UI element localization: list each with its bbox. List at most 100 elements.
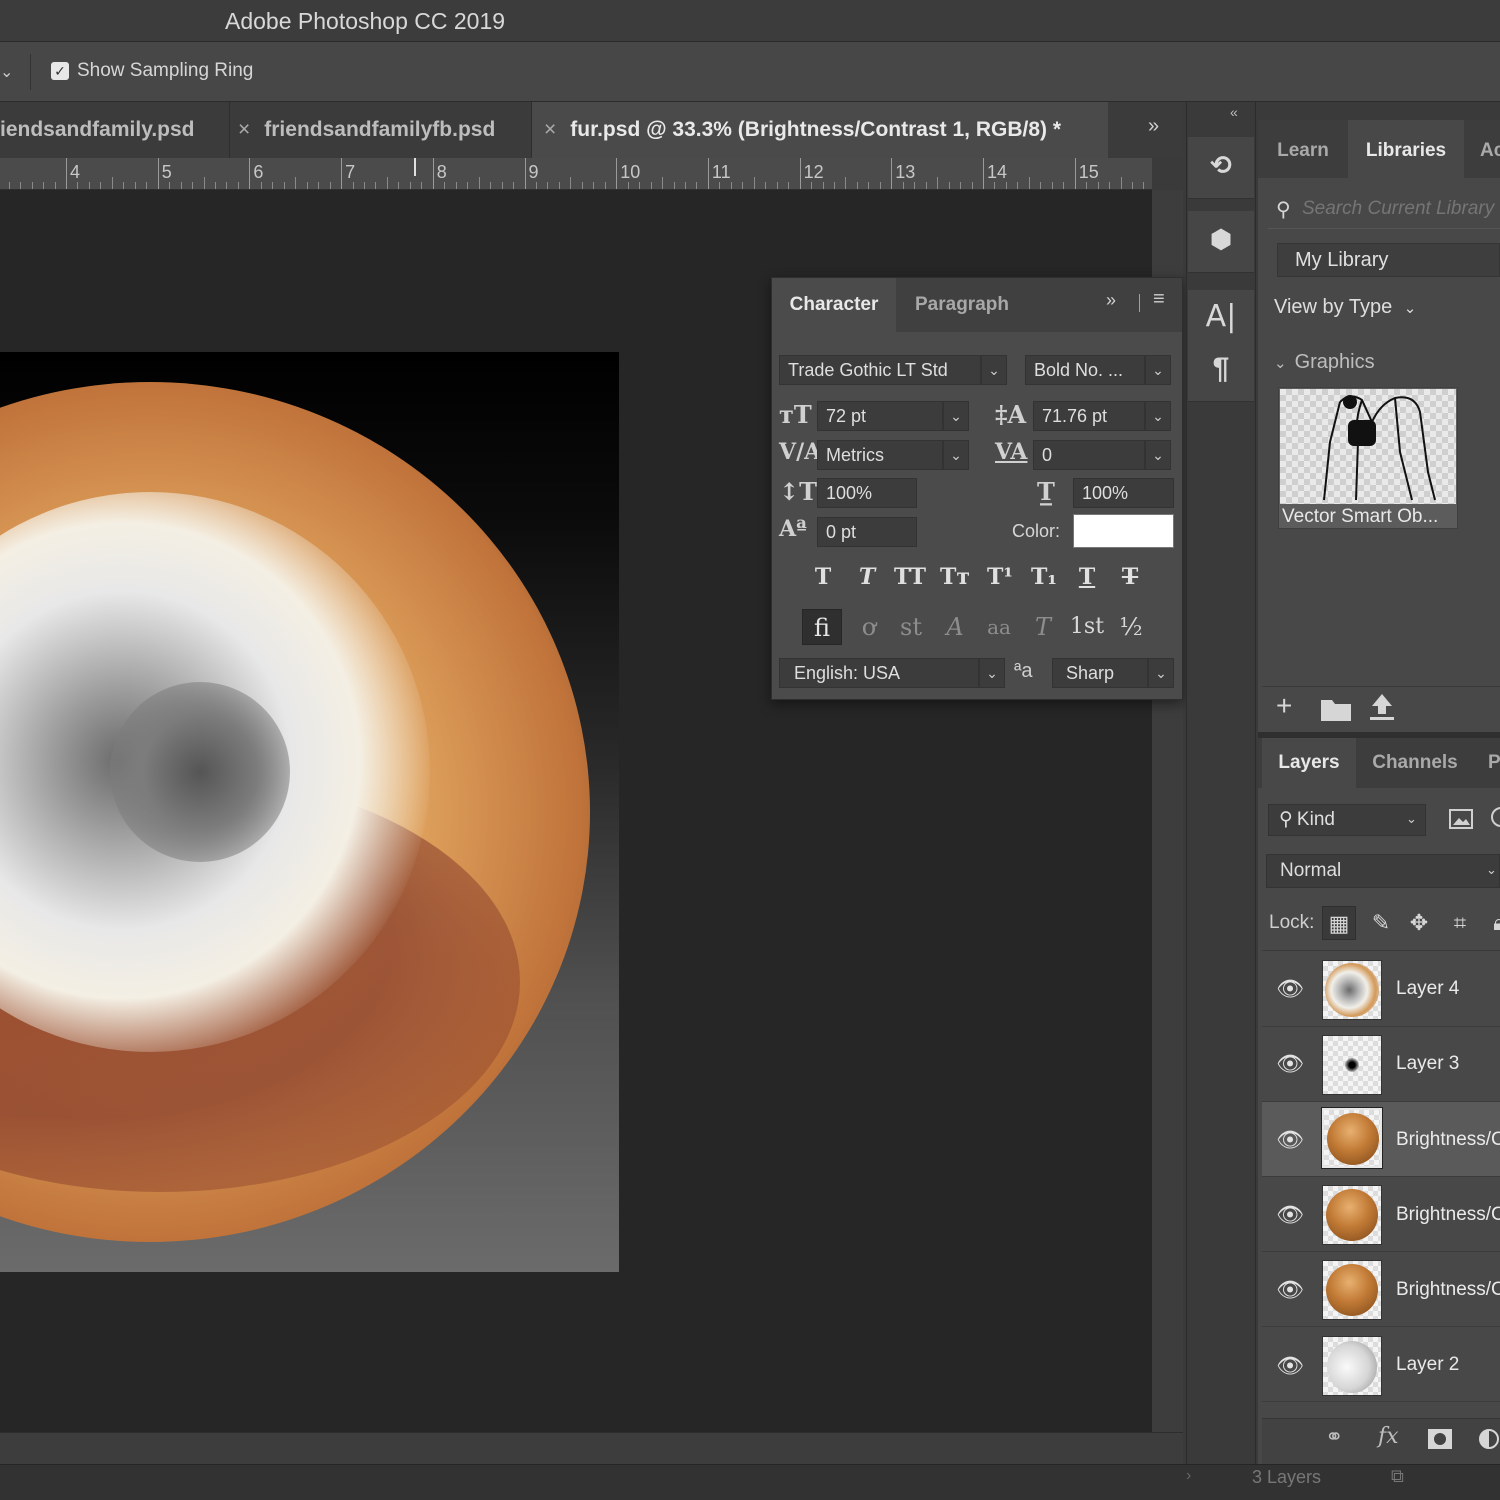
lock-transparent-pixels-icon[interactable]: ▦ — [1322, 906, 1356, 940]
layer-mask-icon[interactable] — [1427, 1428, 1453, 1450]
fractions-button[interactable]: ½ — [1111, 609, 1151, 645]
tool-preset-dropdown[interactable]: ⌄ — [0, 62, 13, 82]
subscript-button[interactable]: T₁ — [1026, 562, 1062, 592]
font-family-field[interactable]: Trade Gothic LT Std — [779, 355, 981, 385]
discretionary-ligatures-button[interactable]: st — [891, 609, 931, 645]
paragraph-panel-icon[interactable]: ¶ — [1188, 352, 1254, 386]
small-caps-button[interactable]: Tт — [937, 562, 973, 592]
chevron-down-icon[interactable]: ⌄ — [1145, 355, 1171, 385]
swash-button[interactable]: A — [935, 609, 975, 645]
font-size-icon: тT — [779, 400, 812, 429]
chevron-down-icon[interactable]: ⌄ — [1148, 658, 1174, 688]
upload-icon[interactable] — [1368, 692, 1396, 722]
collapse-icons-icon[interactable]: « — [1230, 104, 1238, 120]
library-selector[interactable]: My Library — [1277, 243, 1500, 277]
character-panel-icon[interactable]: A| — [1188, 299, 1254, 334]
text-color-swatch[interactable] — [1073, 514, 1174, 548]
baseline-shift-field[interactable]: 0 pt — [817, 517, 917, 547]
standard-ligatures-button[interactable]: ﬁ — [802, 609, 842, 645]
tab-overflow-icon[interactable]: » — [1148, 115, 1159, 138]
layer-name[interactable]: Brightness/Contrast 3 — [1396, 1279, 1500, 1301]
superscript-button[interactable]: T¹ — [982, 562, 1018, 592]
layer-effects-icon[interactable]: fx — [1378, 1424, 1399, 1449]
document-tab-fur[interactable]: × fur.psd @ 33.3% (Brightness/Contrast 1,… — [531, 102, 1108, 158]
eye-icon[interactable]: 👁︎ — [1276, 1353, 1304, 1379]
horizontal-scale-field[interactable]: 100% — [1073, 478, 1174, 508]
horizontal-ruler[interactable]: 4 5 6 7 8 9 10 11 12 13 14 15 — [0, 158, 1152, 190]
tab-libraries[interactable]: Libraries — [1348, 120, 1464, 178]
layer-name[interactable]: Brightness/Contrast 2 — [1396, 1204, 1500, 1226]
anti-alias-field[interactable]: Sharp — [1052, 658, 1148, 688]
tracking-field[interactable]: 0 — [1033, 440, 1145, 470]
view-by-dropdown[interactable]: View by Type ⌄ — [1274, 296, 1416, 319]
eye-icon[interactable]: 👁︎ — [1276, 1127, 1304, 1153]
chevron-down-icon[interactable]: ⌄ — [943, 440, 969, 470]
kind-label: Kind — [1296, 809, 1335, 830]
horizontal-scrollbar[interactable] — [0, 1432, 1183, 1464]
panel-menu-icon[interactable]: ≡ — [1153, 288, 1165, 311]
layer-filter-kind[interactable]: ⚲ Kind — [1268, 804, 1426, 836]
folder-icon[interactable] — [1320, 696, 1352, 722]
ruler-tick-label: 12 — [803, 162, 824, 182]
graphics-section-header[interactable]: ⌄ Graphics — [1274, 351, 1375, 374]
chevron-down-icon[interactable]: ⌄ — [943, 401, 969, 431]
layer-name[interactable]: Layer 2 — [1396, 1354, 1500, 1376]
vertical-scale-field[interactable]: 100% — [817, 478, 917, 508]
document-tab-friendsandfamilyfb[interactable]: × friendsandfamilyfb.psd — [229, 102, 529, 158]
sampling-ring-label[interactable]: Show Sampling Ring — [77, 60, 253, 82]
faux-bold-button[interactable]: T — [805, 562, 841, 592]
new-adjustment-layer-icon[interactable] — [1478, 1428, 1500, 1450]
chevron-down-icon[interactable]: ⌄ — [981, 355, 1007, 385]
underline-button[interactable]: T — [1069, 562, 1105, 592]
eye-icon[interactable]: 👁︎ — [1276, 1202, 1304, 1228]
chevron-right-icon[interactable]: › — [1186, 1467, 1191, 1485]
blend-mode-dropdown[interactable]: Normal — [1266, 854, 1500, 888]
strikethrough-button[interactable]: T — [1112, 562, 1148, 592]
all-caps-button[interactable]: TT — [892, 562, 928, 592]
tab-layers[interactable]: Layers — [1262, 738, 1356, 788]
layer-name[interactable]: Brightness/Contrast 1 — [1396, 1129, 1500, 1151]
contextual-alternates-button[interactable]: ơ — [849, 609, 889, 645]
ruler-minor-tick — [54, 182, 56, 189]
chevron-down-icon[interactable]: ⌄ — [1145, 401, 1171, 431]
stylistic-alternates-button[interactable]: aa — [979, 609, 1019, 645]
eye-icon[interactable]: 👁︎ — [1276, 976, 1304, 1002]
font-style-field[interactable]: Bold No. ... — [1025, 355, 1145, 385]
new-document-icon[interactable]: ⧉ — [1391, 1466, 1404, 1487]
library-search-input[interactable] — [1302, 195, 1500, 223]
faux-italic-button[interactable]: T — [849, 562, 885, 592]
tab-adjustments[interactable]: Ac — [1468, 120, 1500, 178]
add-icon[interactable]: + — [1276, 690, 1292, 722]
close-icon[interactable]: × — [238, 118, 250, 141]
adjustment-filter-icon[interactable] — [1490, 806, 1500, 828]
tab-character[interactable]: Character — [772, 278, 896, 332]
sampling-ring-checkbox[interactable]: ✓ — [51, 62, 69, 80]
language-field[interactable]: English: USA — [779, 658, 979, 688]
prevent-autonest-icon[interactable]: ⌗ — [1443, 906, 1477, 940]
chevron-down-icon[interactable]: ⌄ — [979, 658, 1005, 688]
tab-learn[interactable]: Learn — [1262, 120, 1344, 178]
lock-position-icon[interactable]: ✥ — [1402, 906, 1436, 940]
tab-paths[interactable]: P — [1488, 738, 1500, 788]
eye-icon[interactable]: 👁︎ — [1276, 1277, 1304, 1303]
font-size-field[interactable]: 72 pt — [817, 401, 943, 431]
titling-alternates-button[interactable]: T — [1023, 609, 1063, 645]
tab-channels[interactable]: Channels — [1360, 738, 1470, 788]
close-icon[interactable]: × — [544, 118, 556, 141]
tab-paragraph[interactable]: Paragraph — [898, 278, 1026, 332]
ordinals-button[interactable]: 1st — [1067, 609, 1107, 645]
leading-field[interactable]: 71.76 pt — [1033, 401, 1145, 431]
lock-all-icon[interactable]: 🔒︎ — [1482, 906, 1500, 940]
eye-icon[interactable]: 👁︎ — [1276, 1051, 1304, 1077]
chevron-down-icon[interactable]: ⌄ — [1145, 440, 1171, 470]
collapse-panel-icon[interactable]: » — [1106, 290, 1116, 311]
document-canvas[interactable] — [0, 352, 619, 1272]
kerning-field[interactable]: Metrics — [817, 440, 943, 470]
document-tab-friendsandfamily[interactable]: iendsandfamily.psd — [0, 102, 225, 158]
image-filter-icon[interactable] — [1448, 808, 1474, 830]
lock-image-pixels-icon[interactable]: ✎ — [1364, 906, 1398, 940]
ruler-tick-label: 8 — [436, 162, 447, 182]
link-layers-icon[interactable]: ⚭ — [1325, 1424, 1343, 1450]
layer-name[interactable]: Layer 4 — [1396, 978, 1500, 1000]
layer-name[interactable]: Layer 3 — [1396, 1053, 1500, 1075]
